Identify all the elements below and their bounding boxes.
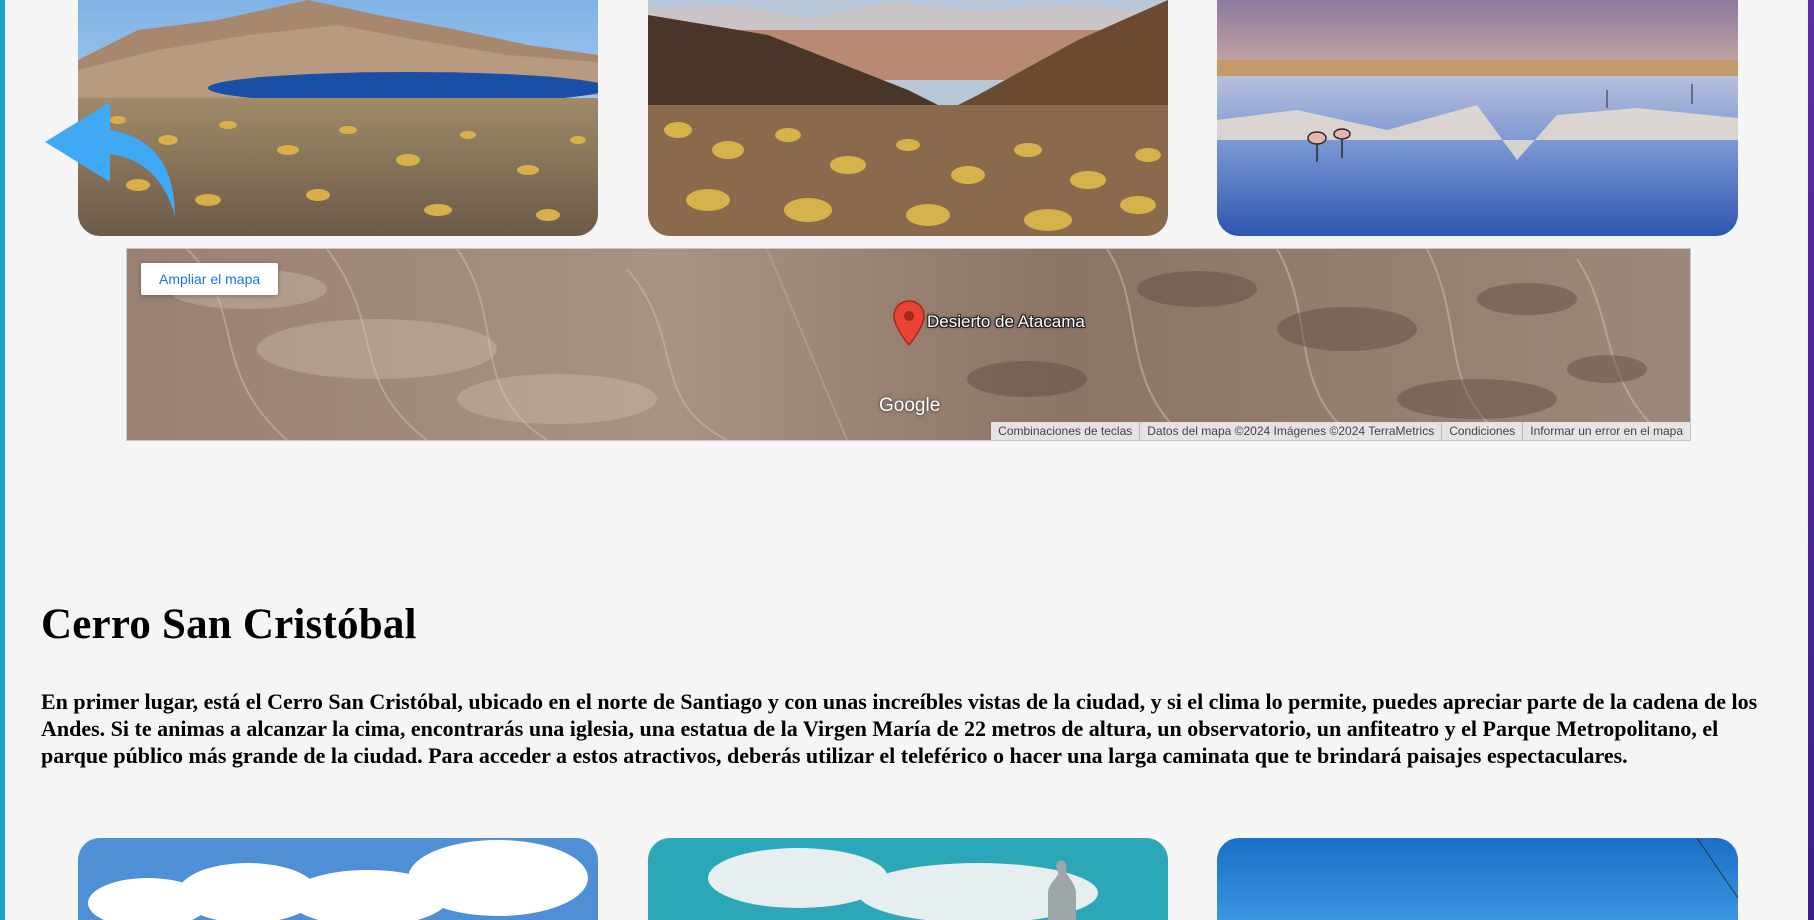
map-attribution-bar: Combinaciones de teclas Datos del mapa ©… <box>991 422 1690 440</box>
back-arrow-icon[interactable] <box>40 92 180 222</box>
photo-blue-sky <box>1217 838 1738 920</box>
map-pin-label: Desierto de Atacama <box>927 312 1085 331</box>
map-pin-icon[interactable] <box>892 299 926 347</box>
keyboard-shortcuts-link[interactable]: Combinaciones de teclas <box>991 422 1139 440</box>
photo-virgin-statue <box>648 838 1168 920</box>
section-title: Cerro San Cristóbal <box>41 601 417 648</box>
embedded-map[interactable]: Ampliar el mapa Desierto de Atacama Goog… <box>126 248 1691 441</box>
photo-clouds <box>78 838 598 920</box>
expand-map-button[interactable]: Ampliar el mapa <box>141 263 279 295</box>
section-paragraph: En primer lugar, está el Cerro San Crist… <box>41 689 1758 768</box>
terms-link[interactable]: Condiciones <box>1441 422 1522 440</box>
photo-valley <box>648 0 1168 236</box>
left-edge-bar <box>0 0 5 920</box>
photo-flamingos <box>1217 0 1738 236</box>
map-data-credit: Datos del mapa ©2024 Imágenes ©2024 Terr… <box>1139 422 1441 440</box>
right-edge-bar <box>1808 0 1814 920</box>
report-error-link[interactable]: Informar un error en el mapa <box>1522 422 1690 440</box>
google-logo: Google <box>879 395 941 416</box>
